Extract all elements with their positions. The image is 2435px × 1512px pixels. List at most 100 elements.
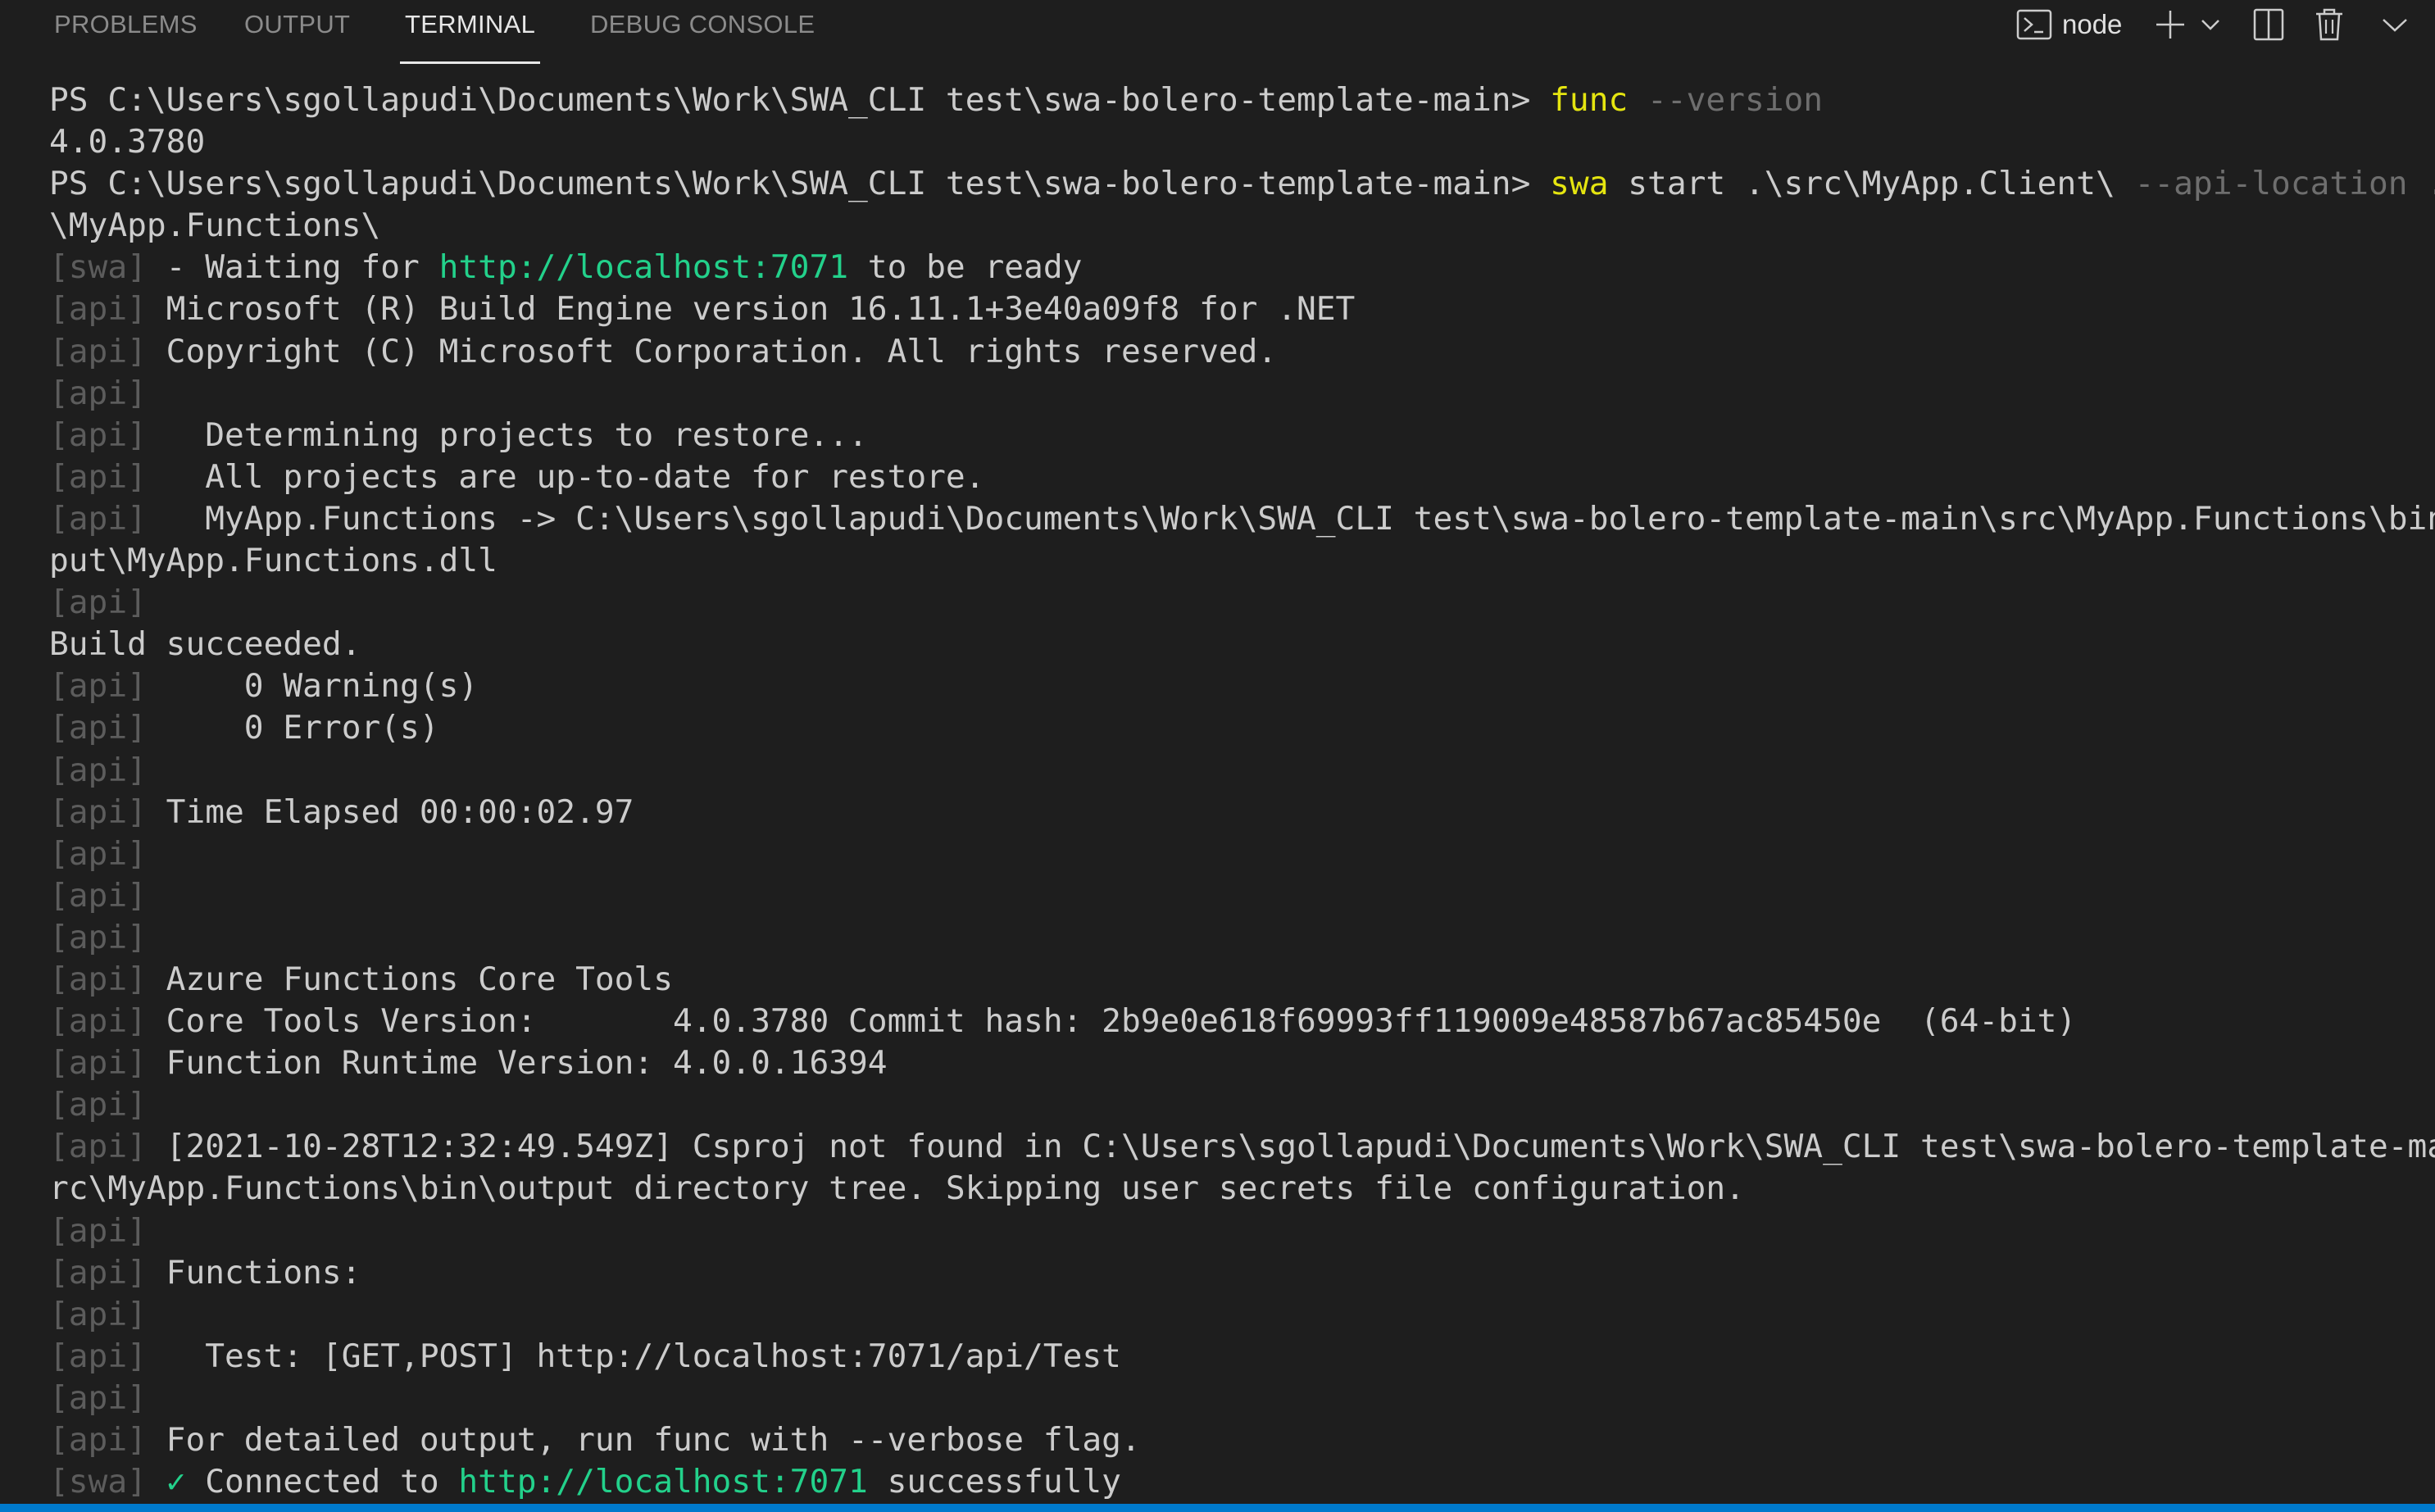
terminal-line: \MyApp.Functions\ xyxy=(49,205,2435,247)
log-prefix: [api] xyxy=(49,1253,147,1292)
terminal-text: start .\src\MyApp.Client\ xyxy=(1608,165,2135,203)
terminal-line: put\MyApp.Functions.dll xyxy=(49,540,2435,582)
log-prefix: [api] xyxy=(49,792,147,831)
terminal-text: Core Tools Version: 4.0.3780 Commit hash… xyxy=(146,1002,2077,1041)
check-icon: ✓ xyxy=(166,1463,186,1501)
terminal-text: successfully xyxy=(867,1463,1121,1501)
terminal-line: [api] Time Elapsed 00:00:02.97 xyxy=(49,792,2435,833)
tab-problems[interactable]: PROBLEMS xyxy=(54,0,198,64)
terminal-line: [api] xyxy=(49,373,2435,415)
terminal-text: Determining projects to restore... xyxy=(146,415,868,454)
url-link[interactable]: http://localhost:7071 xyxy=(439,248,848,286)
log-prefix: [swa] xyxy=(49,1463,147,1501)
log-prefix: [api] xyxy=(49,374,147,412)
log-prefix: [api] xyxy=(49,960,147,998)
terminal-text: [2021-10-28T12:32:49.549Z] Csproj not fo… xyxy=(146,1128,2435,1166)
terminal-line: [api] For detailed output, run func with… xyxy=(49,1419,2435,1461)
terminal-line: 4.0.3780 xyxy=(49,121,2435,163)
url-link[interactable]: http://localhost:7071 xyxy=(458,1463,867,1501)
log-prefix: [api] xyxy=(49,415,147,454)
log-prefix: [swa] xyxy=(49,248,147,287)
terminal-line: [api] xyxy=(49,1294,2435,1336)
terminal-line: [api] xyxy=(49,1378,2435,1419)
terminal-line: [api] Copyright (C) Microsoft Corporatio… xyxy=(49,331,2435,373)
terminal-text: put\MyApp.Functions.dll xyxy=(49,542,497,580)
log-prefix: [api] xyxy=(49,1337,147,1375)
terminal-line: [api] Functions: xyxy=(49,1252,2435,1294)
terminal-text: PS C:\Users\sgollapudi\Documents\Work\SW… xyxy=(49,165,1551,203)
terminal-text: Azure Functions Core Tools xyxy=(146,960,673,998)
terminal-line: [api] xyxy=(49,582,2435,624)
terminal-text: 0 Error(s) xyxy=(146,709,439,747)
terminal-line: [api] Microsoft (R) Build Engine version… xyxy=(49,288,2435,330)
terminal-line: [api] [2021-10-28T12:32:49.549Z] Csproj … xyxy=(49,1126,2435,1168)
tab-debug-console[interactable]: DEBUG CONSOLE xyxy=(590,0,815,64)
terminal-line: [swa] - Waiting for http://localhost:707… xyxy=(49,247,2435,288)
terminal-line: [swa] ✓ Connected to http://localhost:70… xyxy=(49,1461,2435,1502)
terminal-text: Time Elapsed 00:00:02.97 xyxy=(146,792,634,831)
chevron-down-icon xyxy=(2381,15,2409,34)
terminal-line: [api] xyxy=(49,750,2435,792)
terminal-line: [api] Core Tools Version: 4.0.3780 Commi… xyxy=(49,1001,2435,1042)
terminal-text: - Waiting for xyxy=(146,248,439,287)
terminal-line: [api] xyxy=(49,833,2435,875)
terminal-name: node xyxy=(2062,9,2123,39)
panel-header: PROBLEMS OUTPUT TERMINAL DEBUG CONSOLE n… xyxy=(0,0,2435,64)
terminal-line: Build succeeded. xyxy=(49,624,2435,665)
terminal-line: [api] Function Runtime Version: 4.0.0.16… xyxy=(49,1042,2435,1084)
terminal-line: [api] xyxy=(49,917,2435,959)
log-prefix: [api] xyxy=(49,1421,147,1459)
terminal-text: MyApp.Functions -> C:\Users\sgollapudi\D… xyxy=(146,499,2435,538)
terminal-text: Microsoft (R) Build Engine version 16.11… xyxy=(146,290,1356,329)
panel-toggle-button[interactable] xyxy=(2377,5,2413,44)
log-prefix: [api] xyxy=(49,876,147,915)
terminal-text: Function Runtime Version: 4.0.0.16394 xyxy=(146,1044,888,1083)
launch-profile-dropdown[interactable] xyxy=(2196,5,2224,44)
terminal-line: [api] xyxy=(49,1084,2435,1126)
terminal-text: Copyright (C) Microsoft Corporation. All… xyxy=(146,332,1278,370)
terminal-output[interactable]: PS C:\Users\sgollapudi\Documents\Work\SW… xyxy=(49,79,2435,1502)
split-terminal-button[interactable] xyxy=(2251,5,2287,44)
terminal-text: 0 Warning(s) xyxy=(146,667,479,706)
new-terminal-button[interactable] xyxy=(2152,5,2188,44)
terminal-selector[interactable]: node xyxy=(2016,5,2122,44)
terminal-line: [api] 0 Error(s) xyxy=(49,707,2435,749)
terminal-text: Connected to xyxy=(185,1463,459,1501)
log-prefix: [api] xyxy=(49,918,147,956)
log-prefix: [api] xyxy=(49,751,147,789)
terminal-line: [api] xyxy=(49,1210,2435,1252)
log-prefix: [api] xyxy=(49,1295,147,1333)
tab-terminal[interactable]: TERMINAL xyxy=(400,0,541,64)
plus-icon xyxy=(2154,8,2187,41)
chevron-down-icon xyxy=(2200,16,2221,33)
command-name: swa xyxy=(1550,165,1609,203)
terminal-text: Functions: xyxy=(146,1253,361,1292)
kill-terminal-button[interactable] xyxy=(2311,5,2347,44)
log-prefix: [api] xyxy=(49,1044,147,1083)
log-prefix: [api] xyxy=(49,332,147,370)
terminal-line: [api] Determining projects to restore... xyxy=(49,415,2435,456)
terminal-line: PS C:\Users\sgollapudi\Documents\Work\SW… xyxy=(49,163,2435,205)
log-prefix: [api] xyxy=(49,1211,147,1250)
terminal-text: \MyApp.Functions\ xyxy=(49,207,381,245)
log-prefix: [api] xyxy=(49,499,147,538)
terminal-text: .\src xyxy=(2408,165,2435,202)
terminal-text: For detailed output, run func with --ver… xyxy=(146,1421,1141,1459)
trash-icon xyxy=(2314,7,2345,42)
command-argument: --version xyxy=(1647,81,1824,119)
command-name: func xyxy=(1550,81,1629,119)
log-prefix: [api] xyxy=(49,667,147,706)
log-prefix: [api] xyxy=(49,1378,147,1417)
terminal-line: [api] MyApp.Functions -> C:\Users\sgolla… xyxy=(49,498,2435,540)
log-prefix: [api] xyxy=(49,290,147,329)
split-icon xyxy=(2253,8,2284,41)
log-prefix: [api] xyxy=(49,1002,147,1041)
terminal-text: rc\MyApp.Functions\bin\output directory … xyxy=(49,1169,1745,1208)
tab-output[interactable]: OUTPUT xyxy=(244,0,350,64)
log-prefix: [api] xyxy=(49,709,147,747)
terminal-line: [api] Azure Functions Core Tools xyxy=(49,959,2435,1001)
terminal-line: rc\MyApp.Functions\bin\output directory … xyxy=(49,1168,2435,1210)
active-tab-indicator xyxy=(400,61,541,64)
